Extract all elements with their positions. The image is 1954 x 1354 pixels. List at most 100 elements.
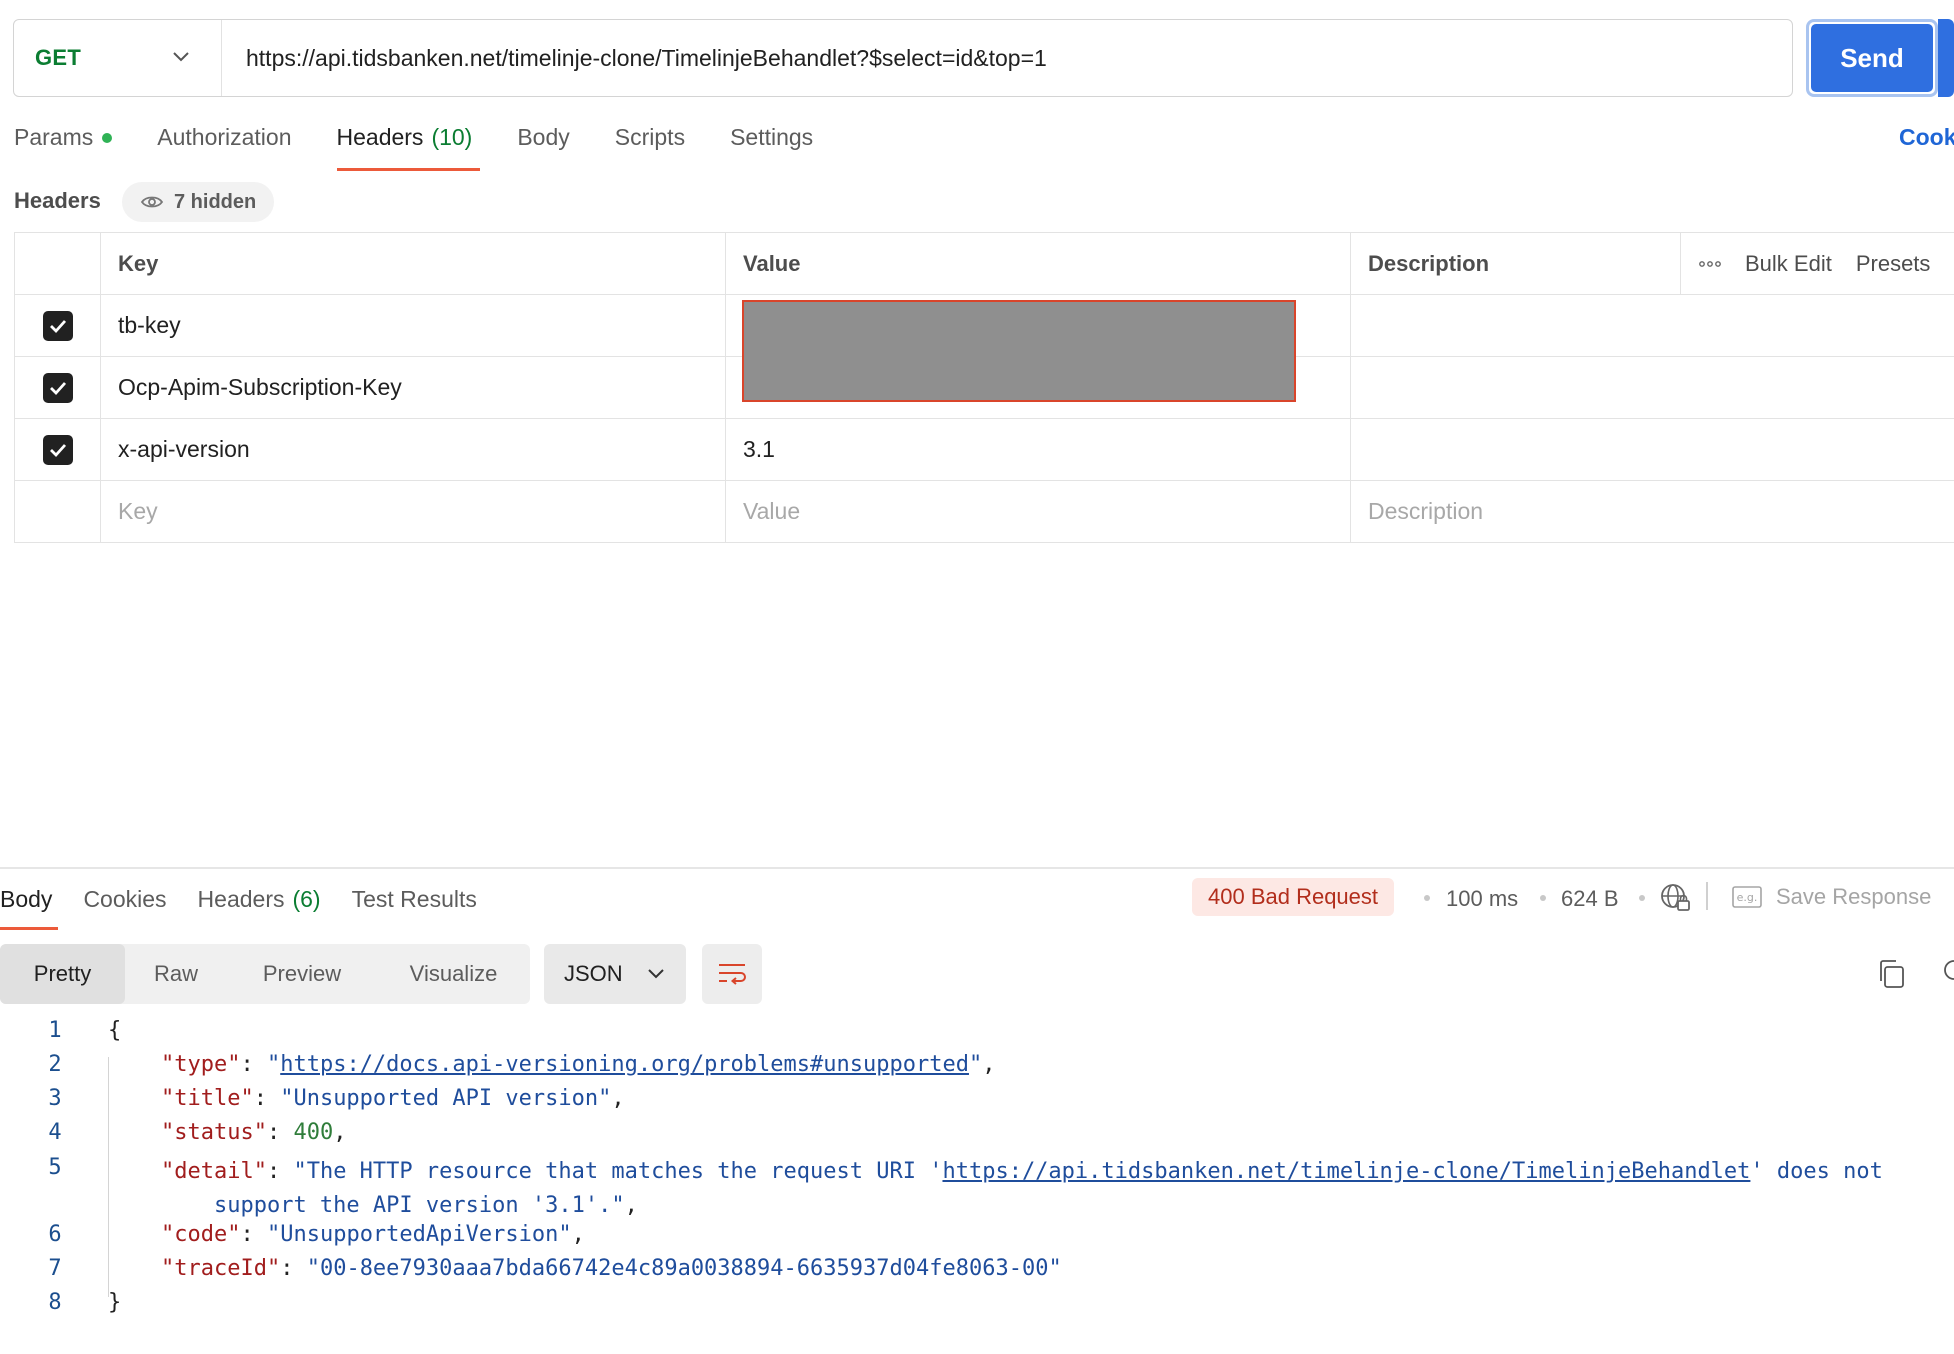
tab-params-label: Params [14,124,94,150]
presets-button[interactable]: Presets [1856,251,1931,277]
method-select[interactable]: GET [14,20,222,96]
check-icon [49,319,66,333]
cookies-link[interactable]: Cook [1899,124,1954,151]
search-icon[interactable] [1940,958,1954,986]
header-key-cell[interactable]: Ocp-Apim-Subscription-Key [100,357,725,418]
response-tab-test-results[interactable]: Test Results [352,886,477,913]
header-description-cell[interactable] [1350,295,1680,356]
svg-text:e.g.: e.g. [1737,891,1758,904]
method-label: GET [35,45,82,70]
tab-settings[interactable]: Settings [730,124,813,151]
code-line: 2 "type": "https://docs.api-versioning.o… [0,1047,1954,1081]
header-enabled-checkbox[interactable] [42,372,73,403]
view-raw-button[interactable]: Raw [125,944,227,1004]
json-code-value: UnsupportedApiVersion [280,1221,559,1247]
row-checkbox-cell [14,481,100,542]
response-tab-cookies[interactable]: Cookies [83,886,166,913]
tab-headers[interactable]: Headers (10) [336,124,481,171]
response-tab-headers[interactable]: Headers (6) [198,886,321,913]
json-status-value: 400 [293,1119,334,1145]
new-value-input[interactable]: Value [725,481,1350,542]
view-mode-toggle: Pretty Raw Preview Visualize [0,944,530,1004]
table-row-new: Key Value Description [14,481,1954,543]
code-line: 6 "code": "UnsupportedApiVersion", [0,1217,1954,1251]
tab-scripts[interactable]: Scripts [615,124,685,151]
new-key-input[interactable]: Key [100,481,725,542]
json-detail-continuation: support the API version '3.1'. [213,1193,612,1218]
request-tabs: Params Authorization Headers (10) Body S… [14,124,858,171]
row-checkbox-cell [14,295,100,356]
url-input[interactable]: https://api.tidsbanken.net/timelinje-clo… [222,45,1047,72]
example-icon: e.g. [1732,886,1762,908]
response-time[interactable]: 100 ms [1446,886,1518,912]
code-text: "code": "UnsupportedApiVersion", [160,1221,585,1247]
header-key-cell[interactable]: tb-key [100,295,725,356]
line-number: 2 [48,1051,62,1077]
status-badge[interactable]: 400 Bad Request [1192,878,1395,916]
line-number: 5 [48,1155,62,1180]
check-icon [49,381,66,395]
send-button[interactable]: Send [1811,24,1933,92]
globe-lock-icon[interactable] [1660,883,1692,913]
wrap-lines-button[interactable] [702,944,762,1004]
params-active-dot [102,132,113,143]
code-text: } [108,1289,122,1315]
type-url-link[interactable]: https://docs.api-versioning.org/problems… [280,1052,969,1077]
header-enabled-checkbox[interactable] [42,310,73,341]
meta-divider [1706,882,1708,910]
header-value-cell[interactable]: 3.1 [725,419,1350,480]
pane-divider[interactable] [0,867,1954,869]
view-preview-button[interactable]: Preview [227,944,377,1004]
chevron-down-icon [173,52,189,62]
tab-body[interactable]: Body [517,124,569,151]
redacted-value-box [742,300,1296,402]
tab-params[interactable]: Params [14,124,113,151]
line-number: 7 [48,1255,62,1281]
json-detail-suffix: ' does not [1750,1159,1883,1184]
code-text: "title": "Unsupported API version", [160,1085,625,1111]
header-key-cell[interactable]: x-api-version [100,419,725,480]
code-line: 3 "title": "Unsupported API version", [0,1081,1954,1115]
new-description-input[interactable]: Description [1350,481,1680,542]
header-description-cell[interactable] [1350,419,1680,480]
code-line: 4 "status": 400, [0,1115,1954,1149]
code-text: "status": 400, [160,1119,347,1145]
code-text: "detail": "The HTTP resource that matche… [160,1159,1883,1218]
response-json-viewer[interactable]: 1 { 2 "type": "https://docs.api-versioni… [0,1013,1954,1319]
hidden-headers-toggle[interactable]: 7 hidden [122,182,275,222]
bulk-edit-button[interactable]: Bulk Edit [1745,251,1832,277]
code-line: 7 "traceId": "00-8ee7930aaa7bda66742e4c8… [0,1251,1954,1285]
column-header-description: Description [1350,233,1680,294]
more-icon[interactable] [1699,260,1721,268]
format-label: JSON [564,961,623,986]
save-response-button[interactable]: e.g. Save Response [1732,884,1931,910]
line-number: 4 [48,1119,62,1145]
meta-separator [1540,895,1546,901]
view-pretty-button[interactable]: Pretty [0,944,125,1004]
meta-separator [1424,895,1430,901]
response-tab-headers-label: Headers [197,886,285,912]
tab-authorization[interactable]: Authorization [157,124,291,151]
table-header-row: Key Value Description Bulk Edit Presets [14,233,1954,295]
copy-icon[interactable] [1876,958,1906,990]
format-select[interactable]: JSON [544,944,686,1004]
header-description-cell[interactable] [1350,357,1680,418]
line-number: 3 [48,1085,62,1111]
send-options-button[interactable] [1938,19,1954,97]
response-tab-body[interactable]: Body [0,886,59,930]
line-number: 8 [48,1289,62,1315]
eye-icon [140,196,164,208]
view-visualize-button[interactable]: Visualize [377,944,530,1004]
column-header-value: Value [725,233,1350,294]
code-text: "type": "https://docs.api-versioning.org… [160,1051,996,1077]
column-header-key: Key [100,233,725,294]
hidden-headers-label: 7 hidden [174,190,257,213]
header-enabled-checkbox[interactable] [42,434,73,465]
response-tab-headers-count: (6) [292,886,321,912]
detail-url-link[interactable]: https://api.tidsbanken.net/timelinje-clo… [942,1159,1750,1184]
code-line: 5 "detail": "The HTTP resource that matc… [0,1149,1954,1218]
send-button-focus-ring: Send [1806,19,1938,97]
json-detail-prefix: The HTTP resource that matches the reque… [306,1159,943,1184]
json-traceid-value: 00-8ee7930aaa7bda66742e4c89a0038894-6635… [319,1255,1049,1281]
response-size[interactable]: 624 B [1561,886,1619,912]
